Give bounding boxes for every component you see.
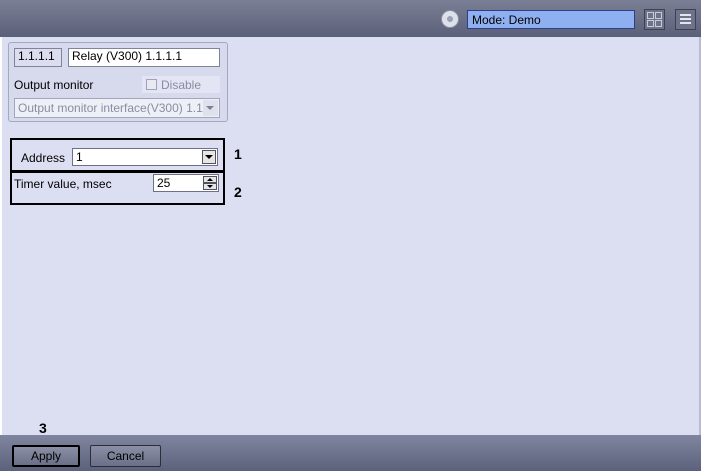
object-name-field[interactable]: Relay (V300) 1.1.1.1	[68, 48, 220, 67]
spin-buttons[interactable]	[203, 176, 217, 190]
menu-button[interactable]	[675, 9, 696, 30]
settings-icon[interactable]	[441, 10, 459, 28]
top-toolbar: Mode: Demo	[0, 0, 701, 37]
timer-spinbox[interactable]: 25	[153, 174, 219, 192]
bottom-toolbar: Apply Cancel	[0, 435, 701, 471]
spin-up-icon[interactable]	[203, 176, 217, 183]
address-label: Address	[21, 151, 66, 165]
disable-checkbox[interactable]	[146, 79, 157, 90]
object-panel: 1.1.1.1 Relay (V300) 1.1.1.1 Output moni…	[8, 42, 228, 122]
timer-value: 25	[157, 176, 171, 190]
cancel-button[interactable]: Cancel	[90, 445, 161, 467]
address-select[interactable]: 1	[72, 148, 218, 166]
chevron-down-icon[interactable]	[202, 150, 216, 164]
timer-label: Timer value, msec	[14, 177, 112, 191]
output-monitor-label: Output monitor	[14, 78, 94, 92]
output-monitor-interface-select[interactable]: Output monitor interface(V300) 1.1.1	[14, 98, 220, 118]
chevron-down-icon	[203, 100, 218, 116]
annotation-3: 3	[39, 420, 47, 436]
spin-down-icon[interactable]	[203, 183, 217, 190]
object-id-field[interactable]: 1.1.1.1	[14, 48, 62, 67]
annotation-1: 1	[234, 146, 242, 162]
interface-value: Output monitor interface(V300) 1.1.1	[18, 101, 213, 115]
address-value: 1	[76, 150, 83, 164]
annotation-2: 2	[234, 184, 242, 200]
disable-label: Disable	[161, 78, 202, 92]
layout-button[interactable]	[644, 9, 665, 30]
apply-button[interactable]: Apply	[12, 445, 80, 467]
mode-indicator[interactable]: Mode: Demo	[467, 10, 635, 29]
